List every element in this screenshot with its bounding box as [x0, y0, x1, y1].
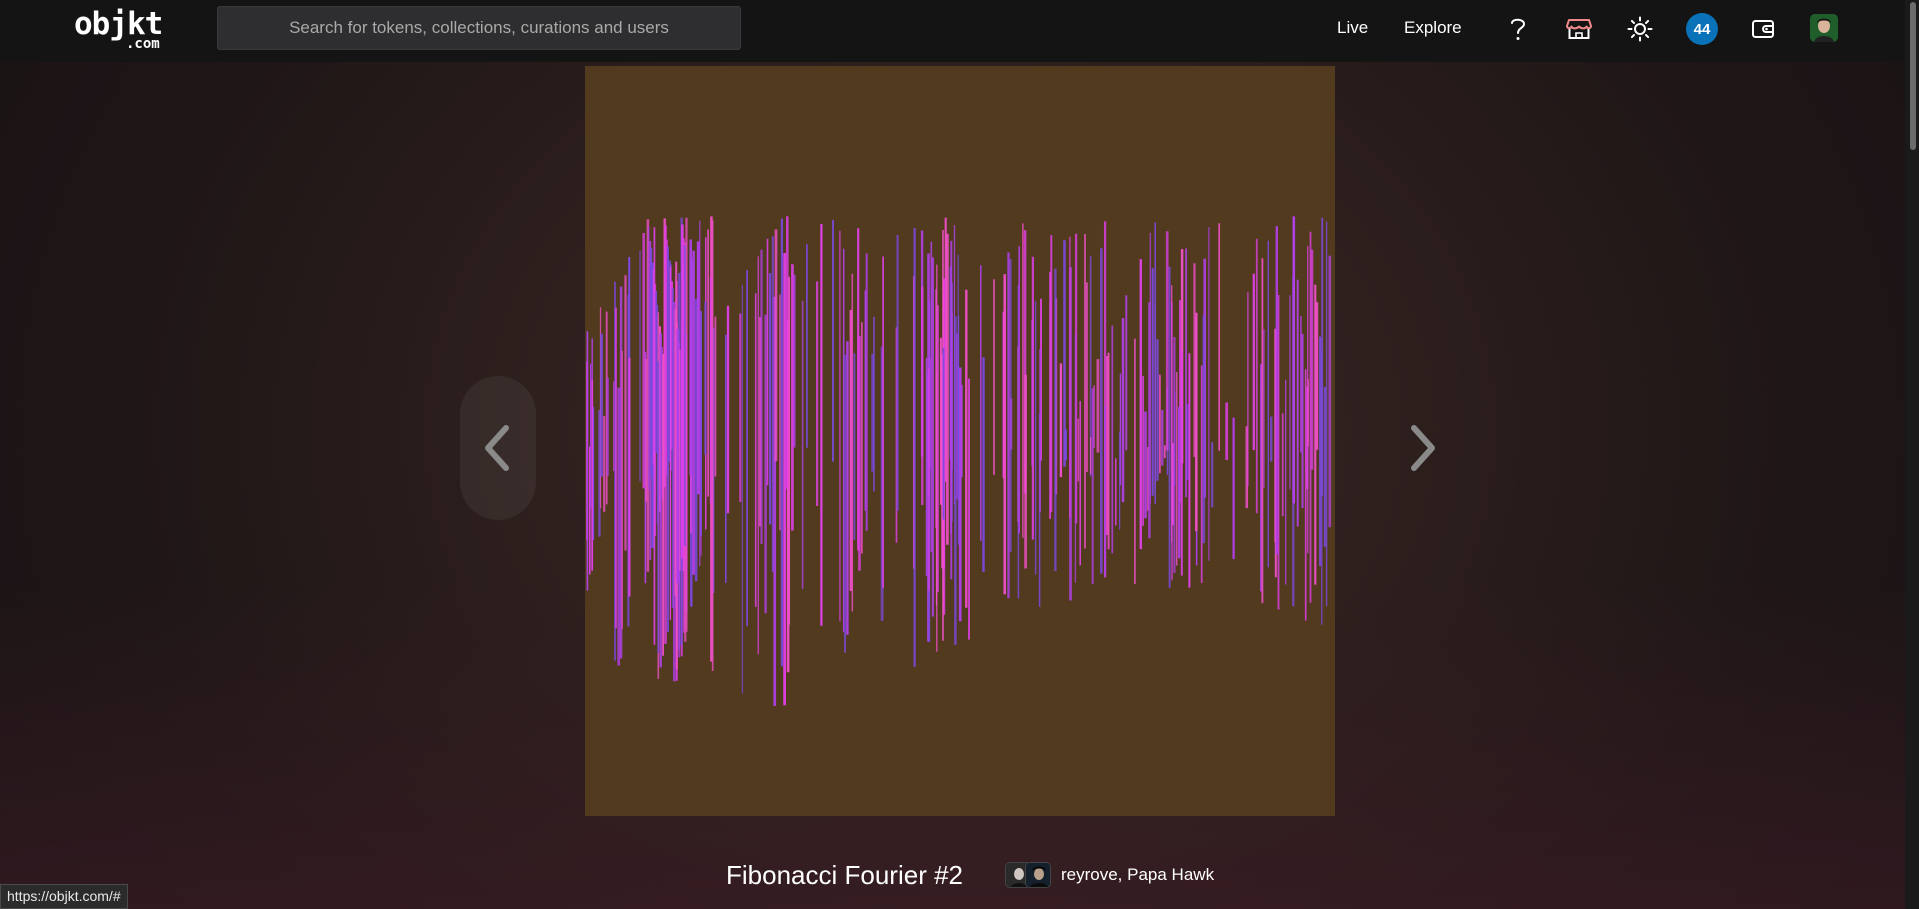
next-token-button[interactable] [1384, 376, 1460, 520]
logo-subtext: .com [126, 36, 160, 52]
creator-avatar [1025, 862, 1051, 888]
help-button[interactable] [1501, 12, 1535, 46]
wallet-icon [1752, 20, 1774, 38]
wallet-button[interactable] [1746, 12, 1780, 46]
shop-button[interactable] [1562, 12, 1596, 46]
theme-toggle-button[interactable] [1623, 12, 1657, 46]
page-scrollbar[interactable] [1905, 0, 1919, 909]
sun-icon [1627, 16, 1653, 42]
creators-names: reyrove, Papa Hawk [1061, 865, 1215, 884]
nav-explore-link[interactable]: Explore [1404, 16, 1462, 40]
token-artwork[interactable] [585, 66, 1335, 816]
notifications-badge[interactable]: 44 [1686, 13, 1718, 45]
objkt-logo[interactable]: objkt .com [74, 6, 174, 54]
token-title: Fibonacci Fourier #2 [726, 860, 963, 890]
search-input[interactable] [217, 6, 741, 50]
previous-token-button[interactable] [460, 376, 536, 520]
creator-avatar-image [1026, 863, 1050, 887]
page: objkt .com Live Explore [0, 0, 1919, 909]
user-avatar-image [1810, 14, 1838, 42]
storefront-icon [1566, 19, 1592, 39]
token-creators[interactable]: reyrove, Papa Hawk [1005, 861, 1214, 889]
question-mark-icon [1511, 18, 1526, 40]
top-navbar: objkt .com Live Explore [0, 0, 1919, 62]
chevron-right-icon [1411, 425, 1435, 471]
status-bar-url: https://objkt.com/# [0, 884, 128, 909]
nav-live-link[interactable]: Live [1337, 16, 1368, 40]
user-avatar[interactable] [1810, 14, 1838, 42]
chevron-left-icon [485, 425, 509, 471]
scrollbar-thumb[interactable] [1910, 2, 1916, 150]
artwork-image [586, 216, 1332, 706]
